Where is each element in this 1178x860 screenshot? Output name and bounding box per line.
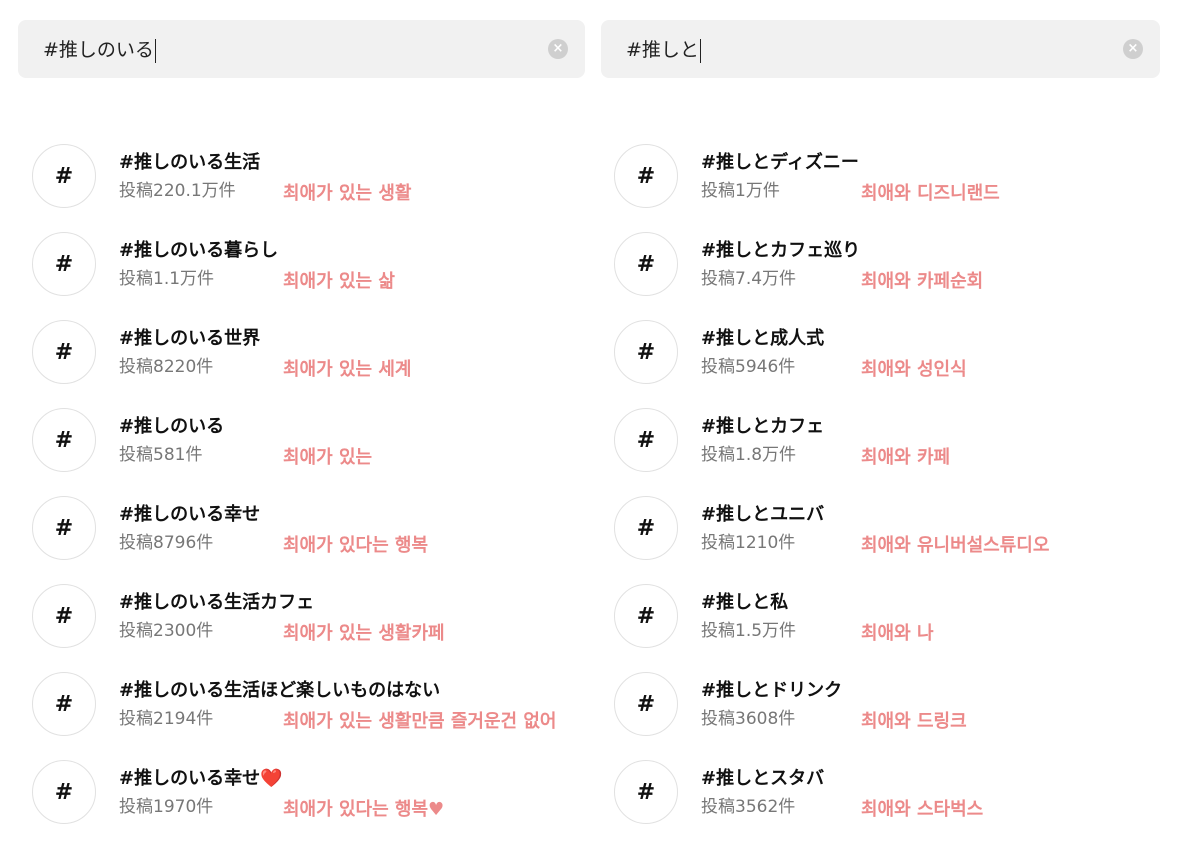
clear-circle-icon[interactable]: × bbox=[1123, 39, 1143, 59]
korean-translation-note: 최애와 나 bbox=[861, 623, 934, 644]
korean-translation-note: 최애와 성인식 bbox=[861, 359, 967, 380]
hashtag-result-right[interactable]: # #推しとカフェ 投稿1.8万件 최애와 카페 bbox=[612, 406, 1172, 494]
hashtag-result-right[interactable]: # #推しと私投稿1.5万件 최애와 나 bbox=[612, 582, 1172, 670]
korean-translation-note: 최애가 있는 세계 bbox=[283, 359, 412, 380]
hashtag-name: #推しと私 bbox=[701, 592, 789, 613]
hashtag-result-left[interactable]: # #推しのいる幸せ❤️ 投稿1970件 최애가 있다는 행복♥ bbox=[30, 758, 610, 846]
hashtag-result-left[interactable]: # #推しのいる世界 投稿8220件 최애가 있는 세계 bbox=[30, 318, 610, 406]
post-count: 投稿1.1万件 bbox=[119, 269, 215, 289]
post-count: 投稿3562件 bbox=[701, 797, 796, 817]
hashtag-result-right[interactable]: # #推しと成人式 投稿5946件 최애와 성인식 bbox=[612, 318, 1172, 406]
hashtag-icon: # bbox=[614, 408, 678, 472]
hashtag-icon: # bbox=[614, 232, 678, 296]
hashtag-name: #推しのいる暮らし bbox=[119, 240, 279, 261]
hashtag-icon: # bbox=[614, 672, 678, 736]
text-caret bbox=[699, 38, 701, 63]
hashtag-icon: # bbox=[614, 584, 678, 648]
post-count: 投稿1.8万件 bbox=[701, 445, 797, 465]
hashtag-result-left[interactable]: # #推しのいる生活ほど楽しいものはない 投稿2194件 최애가 있는 생활만큼 즐거… bbox=[30, 670, 610, 758]
post-count: 投稿1万件 bbox=[701, 181, 780, 201]
korean-translation-note: 최애가 있다는 행복 bbox=[283, 535, 429, 556]
post-count: 投稿7.4万件 bbox=[701, 269, 797, 289]
hashtag-icon: # bbox=[32, 496, 96, 560]
hashtag-result-left[interactable]: # #推しのいる 投稿581件 최애가 있는 bbox=[30, 406, 610, 494]
korean-translation-note: 최애가 있는 bbox=[283, 447, 373, 468]
korean-translation-note: 최애가 있는 생활 bbox=[283, 183, 412, 204]
hashtag-name: #推しのいる生活カフェ bbox=[119, 592, 315, 613]
hashtag-name: #推しとスタバ bbox=[701, 768, 825, 789]
hashtag-name: #推しのいる世界 bbox=[119, 328, 261, 349]
hashtag-name: #推しとドリンク bbox=[701, 680, 843, 701]
hashtag-name: #推しとカフェ巡り bbox=[701, 240, 861, 261]
search-query-right: #推しと bbox=[626, 39, 699, 62]
post-count: 投稿1210件 bbox=[701, 533, 796, 553]
hashtag-name: #推しのいる生活ほど楽しいものはない bbox=[119, 680, 441, 701]
post-count: 投稿220.1万件 bbox=[119, 181, 236, 201]
post-count: 投稿8796件 bbox=[119, 533, 214, 553]
hashtag-name: #推しとユニバ bbox=[701, 504, 825, 525]
hashtag-icon: # bbox=[32, 232, 96, 296]
hashtag-icon: # bbox=[32, 408, 96, 472]
search-query-left: #推しのいる bbox=[43, 39, 154, 62]
hashtag-name: #推しのいる生活 bbox=[119, 152, 261, 173]
hashtag-icon: # bbox=[614, 144, 678, 208]
hashtag-icon: # bbox=[32, 760, 96, 824]
korean-translation-note: 최애와 카페순회 bbox=[861, 271, 984, 292]
hashtag-result-left[interactable]: # #推しのいる生活 投稿220.1万件 최애가 있는 생활 bbox=[30, 142, 610, 230]
korean-translation-note: 최애가 있는 생활만큼 즐거운건 없어 bbox=[283, 711, 557, 732]
hashtag-name: #推しとカフェ bbox=[701, 416, 825, 437]
korean-translation-note: 최애와 드링크 bbox=[861, 711, 967, 732]
post-count: 投稿1.5万件 bbox=[701, 621, 797, 641]
hashtag-result-right[interactable]: # #推しとディズニー 投稿1万件 최애와 디즈니랜드 bbox=[612, 142, 1172, 230]
korean-translation-note: 최애가 있다는 행복♥ bbox=[283, 799, 445, 820]
post-count: 投稿2194件 bbox=[119, 709, 214, 729]
post-count: 投稿8220件 bbox=[119, 357, 214, 377]
hashtag-result-left[interactable]: # #推しのいる生活カフェ 投稿2300件 최애가 있는 생활카페 bbox=[30, 582, 610, 670]
hashtag-icon: # bbox=[614, 320, 678, 384]
korean-translation-note: 최애와 유니버설스튜디오 bbox=[861, 535, 1050, 556]
hashtag-icon: # bbox=[32, 672, 96, 736]
hashtag-icon: # bbox=[32, 144, 96, 208]
korean-translation-note: 최애가 있는 생활카페 bbox=[283, 623, 445, 644]
right-results-list: # #推しとディズニー 投稿1万件 최애와 디즈니랜드 # #推しとカフェ巡り 投稿7.4万… bbox=[612, 142, 1172, 846]
hashtag-result-left[interactable]: # #推しのいる幸せ 投稿8796件 최애가 있다는 행복 bbox=[30, 494, 610, 582]
post-count: 投稿5946件 bbox=[701, 357, 796, 377]
korean-translation-note: 최애와 디즈니랜드 bbox=[861, 183, 1000, 204]
hashtag-name: #推しと成人式 bbox=[701, 328, 825, 349]
hashtag-result-right[interactable]: # #推しとカフェ巡り 投稿7.4万件 최애와 카페순회 bbox=[612, 230, 1172, 318]
hashtag-name: #推しのいる幸せ❤️ bbox=[119, 768, 283, 789]
korean-translation-note: 최애와 카페 bbox=[861, 447, 951, 468]
post-count: 投稿1970件 bbox=[119, 797, 214, 817]
hashtag-icon: # bbox=[614, 496, 678, 560]
text-caret bbox=[154, 38, 156, 63]
post-count: 投稿2300件 bbox=[119, 621, 214, 641]
hashtag-name: #推しとディズニー bbox=[701, 152, 859, 173]
hashtag-icon: # bbox=[614, 760, 678, 824]
search-input-right[interactable]: #推しと × bbox=[601, 20, 1160, 78]
clear-circle-icon[interactable]: × bbox=[548, 39, 568, 59]
post-count: 投稿3608件 bbox=[701, 709, 796, 729]
hashtag-icon: # bbox=[32, 584, 96, 648]
left-results-list: # #推しのいる生活 投稿220.1万件 최애가 있는 생활 # #推しのいる暮らし 投稿1… bbox=[30, 142, 610, 846]
search-input-left[interactable]: #推しのいる × bbox=[18, 20, 585, 78]
korean-translation-note: 최애가 있는 삶 bbox=[283, 271, 395, 292]
hashtag-result-left[interactable]: # #推しのいる暮らし 投稿1.1万件 최애가 있는 삶 bbox=[30, 230, 610, 318]
hashtag-result-right[interactable]: # #推しとユニバ 投稿1210件 최애와 유니버설스튜디오 bbox=[612, 494, 1172, 582]
hashtag-result-right[interactable]: # #推しとドリンク 投稿3608件 최애와 드링크 bbox=[612, 670, 1172, 758]
hashtag-name: #推しのいる幸せ bbox=[119, 504, 261, 525]
post-count: 投稿581件 bbox=[119, 445, 203, 465]
hashtag-icon: # bbox=[32, 320, 96, 384]
search-field-left[interactable]: #推しのいる bbox=[18, 35, 548, 63]
hashtag-result-right[interactable]: # #推しとスタバ 投稿3562件 최애와 스타벅스 bbox=[612, 758, 1172, 846]
korean-translation-note: 최애와 스타벅스 bbox=[861, 799, 984, 820]
hashtag-name: #推しのいる bbox=[119, 416, 225, 437]
search-field-right[interactable]: #推しと bbox=[601, 35, 1123, 63]
